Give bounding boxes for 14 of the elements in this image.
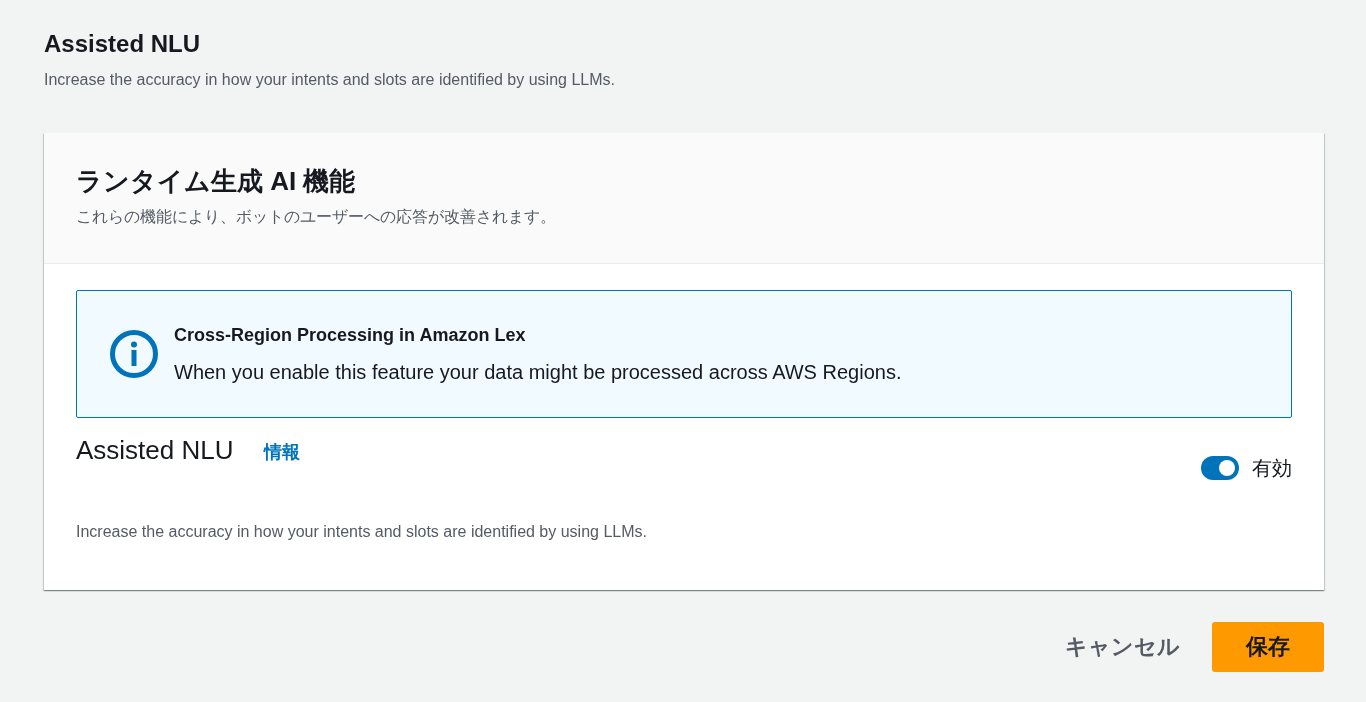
setting-description: Increase the accuracy in how your intents and slots are identified by using LLMs. [76, 522, 648, 542]
card-subtitle: これらの機能により、ボットのユーザーへの応答が改善されます。 [76, 207, 557, 227]
toggle-label: 有効 [1252, 456, 1292, 481]
section-description: Increase the accuracy in how your intents and slots are identified by using LLMs. [44, 70, 616, 90]
info-icon [110, 330, 158, 378]
setting-label: Assisted NLU [76, 434, 234, 466]
alert-message: When you enable this feature your data might be processed across AWS Regions. [174, 360, 902, 385]
card-title: ランタイム生成 AI 機能 [76, 165, 357, 198]
info-link[interactable]: 情報 [263, 440, 300, 464]
section-title: Assisted NLU [44, 29, 201, 59]
save-button[interactable]: 保存 [1212, 622, 1324, 672]
toggle-switch[interactable] [1201, 456, 1239, 480]
alert-title: Cross-Region Processing in Amazon Lex [174, 324, 527, 347]
cancel-button[interactable]: キャンセル [1051, 622, 1194, 672]
